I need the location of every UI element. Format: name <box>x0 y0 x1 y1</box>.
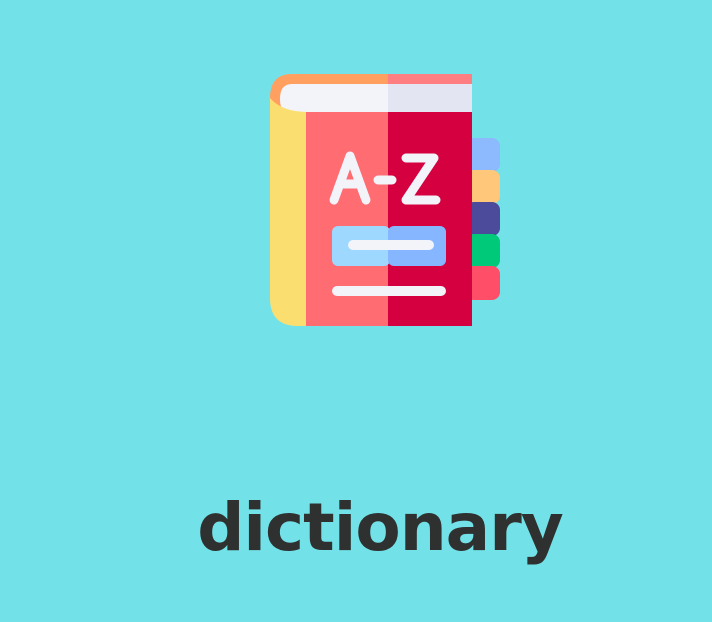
dictionary-card: dictionary <box>0 0 712 622</box>
label-box <box>332 226 446 266</box>
dictionary-label: dictionary <box>197 489 564 566</box>
cover-line <box>332 286 446 296</box>
dictionary-book-icon <box>268 72 504 328</box>
book-spine <box>270 98 308 326</box>
